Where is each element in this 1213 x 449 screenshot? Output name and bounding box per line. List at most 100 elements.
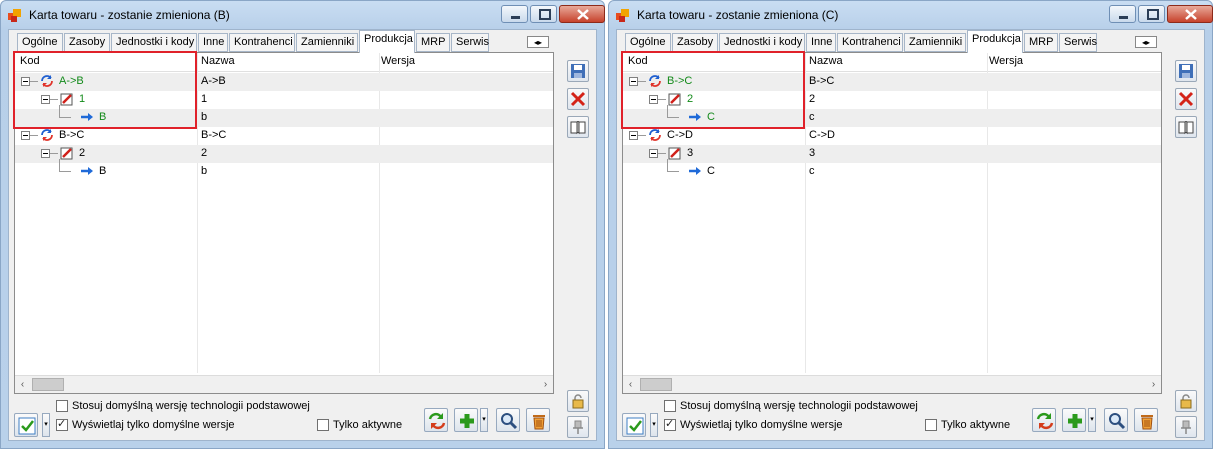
checkbox-red-icon (60, 92, 74, 106)
save-button[interactable] (1175, 60, 1197, 82)
swap-button[interactable] (1032, 408, 1056, 432)
cell-kod: B (99, 165, 107, 177)
add-dropdown[interactable]: ▾ (1088, 408, 1096, 432)
minimize-button[interactable] (1109, 5, 1136, 23)
checkbox-default-only[interactable] (664, 417, 676, 431)
tree-row[interactable]: A->B A->B (15, 73, 553, 91)
save-button[interactable] (567, 60, 589, 82)
tree-row[interactable]: B->C B->C (15, 127, 553, 145)
collapse-toggle[interactable] (21, 77, 30, 86)
tab-jednostki-i-kody[interactable]: Jednostki i kody (111, 33, 197, 52)
checkbox-default-only[interactable] (56, 417, 68, 431)
search-button[interactable] (496, 408, 520, 432)
scroll-thumb[interactable] (32, 378, 64, 391)
tree-row[interactable]: Cc (623, 159, 1161, 181)
bom-tree-grid[interactable]: Kod Nazwa Wersja B->C B->C 2 2 Cc C->D C->D 3 3 Cc ‹ › (621, 51, 1162, 394)
column-header-nazwa[interactable]: Nazwa (201, 55, 235, 67)
tree-row[interactable]: 22 (15, 145, 553, 163)
confirm-dropdown[interactable]: ▾ (42, 413, 50, 437)
column-header-nazwa[interactable]: Nazwa (809, 55, 843, 67)
swap-button[interactable] (424, 408, 448, 432)
tab-produkcja[interactable]: Produkcja (967, 30, 1023, 53)
checkbox-red-icon (668, 146, 682, 160)
window-karta-towaru-c: Karta towaru - zostanie zmieniona (C) Ogó… (608, 0, 1213, 449)
collapse-toggle[interactable] (649, 95, 658, 104)
collapse-toggle[interactable] (41, 95, 50, 104)
horizontal-scrollbar[interactable]: ‹ › (623, 375, 1161, 393)
collapse-toggle[interactable] (629, 131, 638, 140)
checkbox-default-version[interactable] (56, 400, 68, 412)
close-button[interactable] (1167, 5, 1213, 23)
collapse-toggle[interactable] (629, 77, 638, 86)
tab-kontrahenci[interactable]: Kontrahenci (229, 33, 295, 52)
collapse-toggle[interactable] (649, 149, 658, 158)
delete-button[interactable] (526, 408, 550, 432)
tab-ogólne[interactable]: Ogólne (17, 33, 63, 52)
confirm-button[interactable] (14, 413, 38, 437)
scroll-left-icon[interactable]: ‹ (15, 377, 30, 392)
collapse-toggle[interactable] (41, 149, 50, 158)
search-button[interactable] (1104, 408, 1128, 432)
confirm-dropdown[interactable]: ▾ (650, 413, 658, 437)
column-header-wersja[interactable]: Wersja (381, 55, 415, 67)
tab-mrp[interactable]: MRP (1024, 33, 1058, 52)
horizontal-scrollbar[interactable]: ‹ › (15, 375, 553, 393)
add-dropdown[interactable]: ▾ (480, 408, 488, 432)
tree-row[interactable]: 11 (15, 91, 553, 109)
tab-kontrahenci[interactable]: Kontrahenci (837, 33, 903, 52)
tab-inne[interactable]: Inne (806, 33, 836, 52)
book-button[interactable] (567, 116, 589, 138)
tab-serwis[interactable]: Serwis (451, 33, 489, 52)
maximize-button[interactable] (1138, 5, 1165, 23)
scroll-right-icon[interactable]: › (1146, 377, 1161, 392)
scroll-right-icon[interactable]: › (538, 377, 553, 392)
close-button[interactable] (559, 5, 605, 23)
tab-scroll-arrows[interactable]: ◂▸ (1135, 36, 1157, 48)
confirm-button[interactable] (622, 413, 646, 437)
delete-button[interactable] (1134, 408, 1158, 432)
bom-tree-grid[interactable]: Kod Nazwa Wersja A->B A->B 1 1 Bb B->C B->C 2 2 Bb ‹ › (13, 51, 554, 394)
checkbox-active-only[interactable] (317, 419, 329, 431)
tree-row[interactable]: C->D C->D (623, 127, 1161, 145)
scroll-left-icon[interactable]: ‹ (623, 377, 638, 392)
tree-row[interactable]: B->C B->C (623, 73, 1161, 91)
tab-zamienniki[interactable]: Zamienniki (904, 33, 966, 52)
tab-zasoby[interactable]: Zasoby (64, 33, 110, 52)
book-button[interactable] (1175, 116, 1197, 138)
title-bar[interactable]: Karta towaru - zostanie zmieniona (C) (609, 1, 1213, 29)
tree-row[interactable]: Bb (15, 105, 553, 127)
tree-row[interactable]: 33 (623, 145, 1161, 163)
tree-connector (30, 135, 38, 136)
column-header-kod[interactable]: Kod (628, 55, 648, 67)
tree-row[interactable]: Cc (623, 105, 1161, 127)
collapse-toggle[interactable] (21, 131, 30, 140)
tree-row[interactable]: Bb (15, 159, 553, 181)
tree-connector (59, 171, 71, 172)
title-bar[interactable]: Karta towaru - zostanie zmieniona (B) (1, 1, 605, 29)
cancel-button[interactable] (567, 88, 589, 110)
tab-zasoby[interactable]: Zasoby (672, 33, 718, 52)
column-header-wersja[interactable]: Wersja (989, 55, 1023, 67)
tab-serwis[interactable]: Serwis (1059, 33, 1097, 52)
checkbox-default-version[interactable] (664, 400, 676, 412)
column-header-kod[interactable]: Kod (20, 55, 40, 67)
tab-ogólne[interactable]: Ogólne (625, 33, 671, 52)
maximize-button[interactable] (530, 5, 557, 23)
add-button[interactable] (1062, 408, 1086, 432)
app-icon (615, 7, 631, 23)
tab-jednostki-i-kody[interactable]: Jednostki i kody (719, 33, 805, 52)
minimize-button[interactable] (501, 5, 528, 23)
tab-scroll-arrows[interactable]: ◂▸ (527, 36, 549, 48)
cell-nazwa: b (201, 111, 208, 123)
cancel-button[interactable] (1175, 88, 1197, 110)
add-button[interactable] (454, 408, 478, 432)
tree-row[interactable]: 22 (623, 91, 1161, 109)
tree-connector (638, 135, 646, 136)
checkbox-active-only[interactable] (925, 419, 937, 431)
tab-mrp[interactable]: MRP (416, 33, 450, 52)
tab-produkcja[interactable]: Produkcja (359, 30, 415, 53)
tab-zamienniki[interactable]: Zamienniki (296, 33, 358, 52)
scroll-thumb[interactable] (640, 378, 672, 391)
tree-connector (667, 171, 679, 172)
tab-inne[interactable]: Inne (198, 33, 228, 52)
